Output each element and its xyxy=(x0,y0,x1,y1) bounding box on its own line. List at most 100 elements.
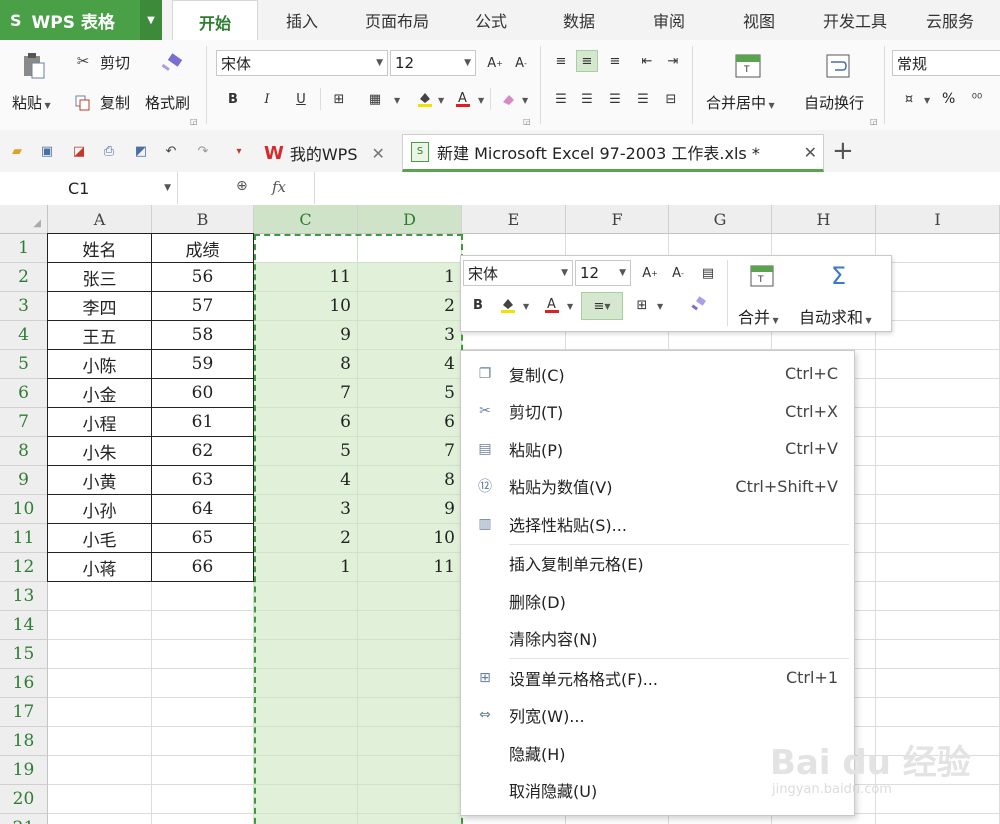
align-left-icon[interactable]: ☰ xyxy=(550,88,572,110)
cell-d20[interactable] xyxy=(358,785,462,814)
cell-i1[interactable] xyxy=(876,234,1000,263)
align-middle-icon[interactable]: ≡ xyxy=(576,50,598,72)
cell-i10[interactable] xyxy=(876,495,1000,524)
cell-i2[interactable] xyxy=(876,263,1000,292)
font-color-dropdown-icon[interactable]: ▼ xyxy=(478,96,484,105)
fill-color-icon[interactable] xyxy=(414,88,436,110)
cell-i11[interactable] xyxy=(876,524,1000,553)
context-menu-item-10[interactable]: ⇔ 列宽(W)... xyxy=(461,697,854,734)
cell-b3[interactable]: 57 xyxy=(151,291,254,321)
justify-icon[interactable]: ☰ xyxy=(632,88,654,110)
number-format-combo[interactable]: 常规 xyxy=(892,50,1000,76)
wrap-text-button[interactable]: 自动换行 xyxy=(804,92,864,113)
increase-indent-icon[interactable]: ⇥ xyxy=(662,50,684,72)
row-header-2[interactable]: 2 xyxy=(0,263,48,292)
print-icon[interactable]: ⎙ xyxy=(100,142,118,160)
row-header-15[interactable]: 15 xyxy=(0,640,48,669)
cell-i13[interactable] xyxy=(876,582,1000,611)
cell-i14[interactable] xyxy=(876,611,1000,640)
cell-c11[interactable]: 2 xyxy=(254,524,358,553)
mini-align-center-icon[interactable]: ≡ ▼ xyxy=(581,292,623,320)
currency-format-icon[interactable]: ¤ xyxy=(898,88,920,110)
scissors-icon[interactable]: ✂ xyxy=(74,52,92,70)
column-header-d[interactable]: D xyxy=(358,205,462,234)
row-header-6[interactable]: 6 xyxy=(0,379,48,408)
cell-d3[interactable]: 2 xyxy=(358,292,462,321)
cell-d6[interactable]: 5 xyxy=(358,379,462,408)
open-folder-icon[interactable]: ▰ xyxy=(8,142,26,160)
context-menu-item-1[interactable]: ❐ 复制(C) Ctrl+C xyxy=(461,355,854,392)
decrease-indent-icon[interactable]: ⇤ xyxy=(636,50,658,72)
app-menu-button[interactable]: S WPS 表格 xyxy=(0,0,140,40)
mini-fill-color-icon[interactable] xyxy=(497,294,519,316)
cell-b11[interactable]: 65 xyxy=(151,523,254,553)
row-header-8[interactable]: 8 xyxy=(0,437,48,466)
cell-d8[interactable]: 7 xyxy=(358,437,462,466)
increase-font-icon[interactable]: A + xyxy=(484,52,506,74)
cell-c5[interactable]: 8 xyxy=(254,350,358,379)
cell-d17[interactable] xyxy=(358,698,462,727)
cell-c8[interactable]: 5 xyxy=(254,437,358,466)
mini-merge-icon[interactable]: T xyxy=(749,264,775,288)
context-menu-item-7[interactable]: 删除(D) xyxy=(461,582,854,619)
cell-b16[interactable] xyxy=(152,669,254,698)
cell-c12[interactable]: 1 xyxy=(254,553,358,582)
new-tab-button[interactable]: + xyxy=(832,138,854,164)
cell-b15[interactable] xyxy=(152,640,254,669)
tab-developer[interactable]: 开发工具 xyxy=(810,0,900,40)
row-header-21[interactable]: 21 xyxy=(0,814,48,824)
cell-b20[interactable] xyxy=(152,785,254,814)
autosum-sigma-icon[interactable]: Σ xyxy=(831,262,846,290)
cell-i21[interactable] xyxy=(876,814,1000,824)
row-header-12[interactable]: 12 xyxy=(0,553,48,582)
cell-c19[interactable] xyxy=(254,756,358,785)
cell-c6[interactable]: 7 xyxy=(254,379,358,408)
cell-c21[interactable] xyxy=(254,814,358,824)
cell-c10[interactable]: 3 xyxy=(254,495,358,524)
customize-quick-access-icon[interactable]: ▾ xyxy=(230,142,248,160)
decrease-font-icon[interactable]: A- xyxy=(510,52,532,74)
cell-d4[interactable]: 3 xyxy=(358,321,462,350)
cell-c9[interactable]: 4 xyxy=(254,466,358,495)
cell-d14[interactable] xyxy=(358,611,462,640)
cell-a10[interactable]: 小孙 xyxy=(47,494,152,524)
merge-center-button[interactable]: 合并居中 ▼ xyxy=(706,92,775,113)
cell-b18[interactable] xyxy=(152,727,254,756)
copy-icon[interactable] xyxy=(74,94,92,112)
cell-i7[interactable] xyxy=(876,408,1000,437)
cell-a3[interactable]: 李四 xyxy=(47,291,152,321)
font-name-combo[interactable]: 宋体 ▼ xyxy=(216,50,388,76)
cell-a4[interactable]: 王五 xyxy=(47,320,152,350)
cell-b10[interactable]: 64 xyxy=(151,494,254,524)
cell-d5[interactable]: 4 xyxy=(358,350,462,379)
tab-page-layout[interactable]: 页面布局 xyxy=(352,0,442,40)
tab-formulas[interactable]: 公式 xyxy=(460,0,522,40)
column-header-e[interactable]: E xyxy=(462,205,566,234)
context-menu-item-8[interactable]: 清除内容(N) xyxy=(461,620,854,657)
cell-a13[interactable] xyxy=(48,582,152,611)
cell-c1[interactable] xyxy=(254,234,358,263)
cell-i8[interactable] xyxy=(876,437,1000,466)
paste-icon[interactable] xyxy=(20,52,48,80)
export-pdf-icon[interactable]: ◪ xyxy=(70,142,88,160)
row-header-16[interactable]: 16 xyxy=(0,669,48,698)
row-header-19[interactable]: 19 xyxy=(0,756,48,785)
mini-borders-dropdown-icon[interactable]: ▼ xyxy=(657,302,663,311)
copy-button[interactable]: 复制 xyxy=(100,92,130,113)
mini-borders-icon[interactable]: ⊞ xyxy=(631,294,653,316)
cell-a20[interactable] xyxy=(48,785,152,814)
column-header-f[interactable]: F xyxy=(566,205,669,234)
cell-a7[interactable]: 小程 xyxy=(47,407,152,437)
zoom-search-icon[interactable]: ⊕ xyxy=(236,178,248,194)
tab-cloud[interactable]: 云服务 xyxy=(912,0,988,40)
row-header-4[interactable]: 4 xyxy=(0,321,48,350)
cell-a8[interactable]: 小朱 xyxy=(47,436,152,466)
cell-a6[interactable]: 小金 xyxy=(47,378,152,408)
cell-c14[interactable] xyxy=(254,611,358,640)
mini-format-painter-icon[interactable] xyxy=(687,294,709,316)
row-header-7[interactable]: 7 xyxy=(0,408,48,437)
context-menu-item-9[interactable]: ⊞ 设置单元格格式(F)... Ctrl+1 xyxy=(461,659,854,696)
cell-fill-pattern-icon[interactable]: ▦ xyxy=(364,88,386,110)
cell-a12[interactable]: 小蒋 xyxy=(47,552,152,582)
column-header-g[interactable]: G xyxy=(669,205,772,234)
